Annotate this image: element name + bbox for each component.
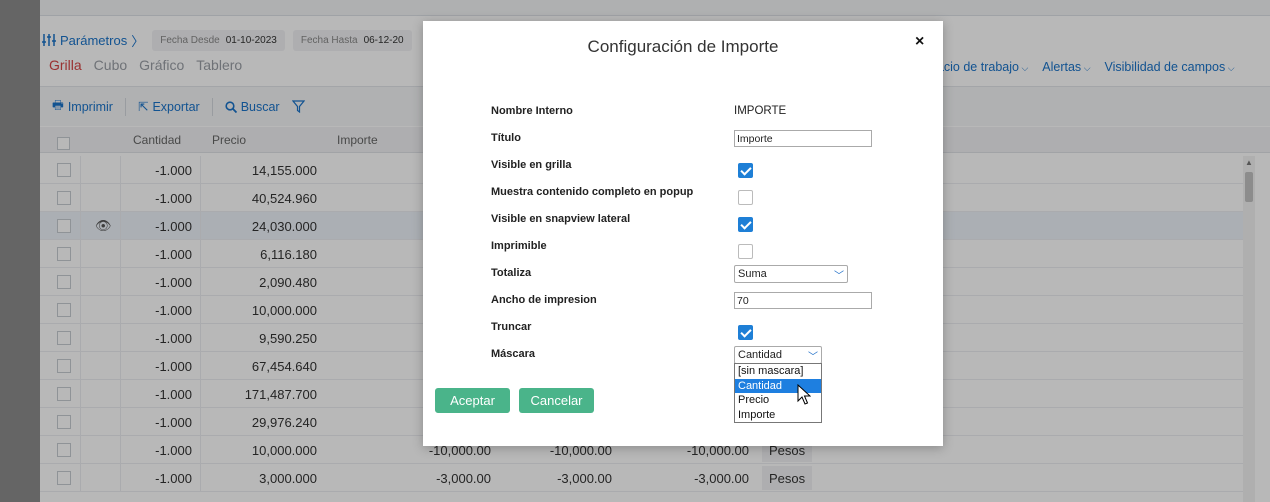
chevron-down-icon: ﹀	[808, 352, 818, 363]
field-totaliza: Totaliza Suma ﹀	[491, 265, 911, 287]
field-imprimible: Imprimible	[491, 240, 911, 260]
field-mascara: Máscara Cantidad ﹀	[491, 346, 911, 368]
imprimible-label: Imprimible	[491, 240, 547, 252]
field-truncar: Truncar	[491, 321, 911, 341]
field-visible-snapview: Visible en snapview lateral	[491, 213, 911, 233]
ancho-impresion-label: Ancho de impresion	[491, 294, 597, 306]
accept-button[interactable]: Aceptar	[435, 388, 510, 413]
titulo-input[interactable]	[734, 130, 872, 147]
field-titulo: Título	[491, 130, 911, 152]
titulo-label: Título	[491, 132, 521, 144]
chevron-down-icon: ﹀	[834, 271, 844, 282]
mouse-cursor-icon	[797, 384, 811, 405]
visible-grilla-label: Visible en grilla	[491, 159, 572, 171]
field-visible-grilla: Visible en grilla	[491, 159, 911, 179]
totaliza-select[interactable]: Suma ﹀	[734, 265, 848, 283]
totaliza-value: Suma	[738, 268, 767, 280]
ancho-impresion-input[interactable]	[734, 292, 872, 309]
visible-snapview-checkbox[interactable]	[738, 217, 753, 232]
muestra-popup-label: Muestra contenido completo en popup	[491, 186, 694, 198]
cancel-button[interactable]: Cancelar	[519, 388, 594, 413]
mascara-option[interactable]: [sin mascara]	[735, 364, 821, 379]
modal-title: Configuración de Importe	[587, 37, 779, 56]
config-modal: Configuración de Importe × Nombre Intern…	[423, 21, 943, 446]
truncar-label: Truncar	[491, 321, 532, 333]
field-ancho-impresion: Ancho de impresion	[491, 292, 911, 314]
mascara-label: Máscara	[491, 348, 536, 360]
close-icon[interactable]: ×	[915, 33, 924, 51]
field-nombre-interno: Nombre Interno IMPORTE	[491, 105, 911, 125]
visible-grilla-checkbox[interactable]	[738, 163, 753, 178]
imprimible-checkbox[interactable]	[738, 244, 753, 259]
muestra-popup-checkbox[interactable]	[738, 190, 753, 205]
mascara-option[interactable]: Importe	[735, 408, 821, 423]
nombre-interno-value: IMPORTE	[734, 105, 787, 117]
truncar-checkbox[interactable]	[738, 325, 753, 340]
field-muestra-popup: Muestra contenido completo en popup	[491, 186, 911, 206]
visible-snapview-label: Visible en snapview lateral	[491, 213, 631, 225]
nombre-interno-label: Nombre Interno	[491, 105, 573, 117]
mascara-value: Cantidad	[738, 349, 783, 361]
mascara-select[interactable]: Cantidad ﹀	[734, 346, 822, 364]
totaliza-label: Totaliza	[491, 267, 532, 279]
